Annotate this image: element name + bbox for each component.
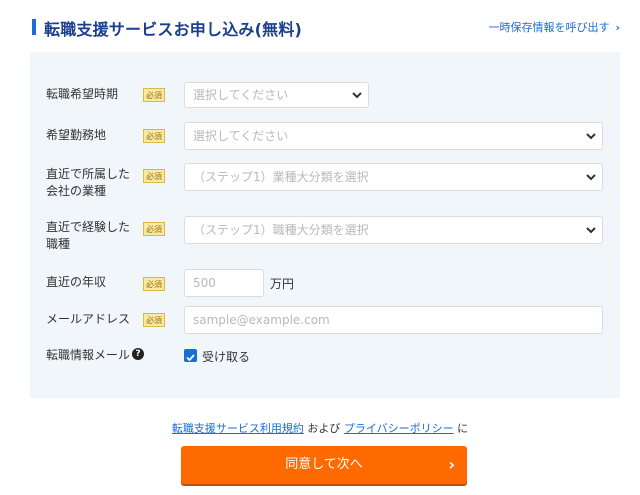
recall-link-label: 一時保存情報を呼び出す [488, 21, 610, 34]
row-desired-timing: 転職希望時期 必須 選択してください [30, 82, 620, 108]
privacy-policy-link[interactable]: プライバシーポリシー [344, 422, 454, 435]
email-input[interactable]: sample@example.com [184, 306, 603, 334]
chevron-down-icon [586, 174, 596, 181]
chevron-down-icon [586, 133, 596, 140]
required-badge: 必須 [143, 277, 165, 291]
location-select[interactable]: 選択してください [184, 122, 603, 150]
application-form: 転職希望時期 必須 選択してください 希望勤務地 必須 選択してください 直近で… [30, 52, 620, 398]
field-label-timing: 転職希望時期 [46, 87, 119, 101]
field-label-job-type: 直近で経験した 職種 [46, 220, 131, 251]
terms-of-service-link[interactable]: 転職支援サービス利用規約 [172, 422, 304, 435]
row-industry: 直近で所属した 会社の業種 必須 （ステップ1）業種大分類を選択 [30, 163, 620, 203]
timing-select-placeholder: 選択してください [193, 88, 289, 102]
terms-suffix-text: に [457, 422, 469, 435]
field-label-industry: 直近で所属した 会社の業種 [46, 167, 131, 198]
help-icon[interactable]: ? [132, 348, 144, 360]
chevron-right-icon: › [615, 21, 620, 34]
newsletter-checkbox[interactable] [184, 349, 197, 362]
income-input[interactable]: 500 [184, 269, 264, 297]
industry-select[interactable]: （ステップ1）業種大分類を選択 [184, 163, 603, 191]
title-accent-bar [32, 19, 36, 35]
required-badge: 必須 [143, 313, 165, 327]
field-label-email: メールアドレス [46, 312, 131, 326]
field-label-income: 直近の年収 [46, 275, 107, 289]
row-annual-income: 直近の年収 必須 500 万円 [30, 269, 620, 297]
row-job-type: 直近で経験した 職種 必須 （ステップ1）職種大分類を選択 [30, 216, 620, 256]
chevron-down-icon [586, 227, 596, 234]
newsletter-checkbox-label[interactable]: 受け取る [202, 348, 250, 365]
required-badge: 必須 [143, 129, 165, 143]
row-desired-location: 希望勤務地 必須 選択してください [30, 122, 620, 150]
required-badge: 必須 [143, 222, 165, 236]
field-label-newsletter: 転職情報メール [46, 348, 131, 362]
row-newsletter: 転職情報メール ? 受け取る [30, 346, 620, 366]
required-badge: 必須 [143, 169, 165, 183]
recall-saved-info-link[interactable]: 一時保存情報を呼び出す › [488, 19, 620, 35]
checkmark-icon [186, 354, 195, 362]
income-unit: 万円 [270, 277, 295, 291]
terms-and-text: および [307, 422, 341, 435]
required-badge: 必須 [143, 88, 165, 102]
chevron-down-icon [352, 92, 362, 99]
agree-next-button[interactable]: 同意して次へ › [181, 446, 467, 484]
job-type-select-placeholder: （ステップ1）職種大分類を選択 [193, 223, 369, 237]
field-label-location: 希望勤務地 [46, 128, 107, 142]
job-type-select[interactable]: （ステップ1）職種大分類を選択 [184, 216, 603, 244]
chevron-right-icon: › [448, 455, 455, 474]
terms-agreement-text: 転職支援サービス利用規約 および プライバシーポリシー に [0, 420, 640, 436]
page-title: 転職支援サービスお申し込み(無料) [44, 20, 303, 39]
industry-select-placeholder: （ステップ1）業種大分類を選択 [193, 170, 369, 184]
location-select-placeholder: 選択してください [193, 129, 289, 143]
row-email: メールアドレス 必須 sample@example.com [30, 306, 620, 334]
timing-select[interactable]: 選択してください [184, 82, 369, 108]
agree-next-button-label: 同意して次へ [285, 457, 363, 472]
